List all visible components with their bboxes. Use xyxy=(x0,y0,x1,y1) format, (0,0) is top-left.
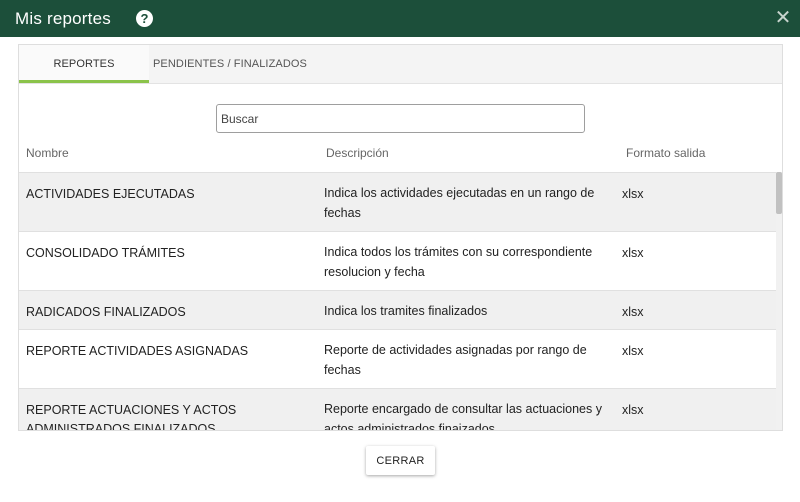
dialog-titlebar: Mis reportes ? ✕ xyxy=(0,0,800,37)
row-description: Indica los actividades ejecutadas en un … xyxy=(324,186,595,220)
row-description: Indica todos los trámites con su corresp… xyxy=(324,245,593,279)
tab-pendientes-finalizados[interactable]: PENDIENTES / FINALIZADOS xyxy=(149,45,309,83)
tab-reportes[interactable]: REPORTES xyxy=(19,45,149,83)
column-header-descripcion[interactable]: Descripción xyxy=(326,146,389,160)
row-name: RADICADOS FINALIZADOS xyxy=(26,305,186,319)
table-header: Nombre Descripción Formato salida xyxy=(19,144,782,172)
row-format: xlsx xyxy=(622,246,644,260)
row-format: xlsx xyxy=(622,187,644,201)
table-row[interactable]: REPORTE ACTIVIDADES ASIGNADAS Reporte de… xyxy=(19,329,776,388)
table-row[interactable]: CONSOLIDADO TRÁMITES Indica todos los tr… xyxy=(19,231,776,290)
table-scrollbar[interactable] xyxy=(776,172,782,430)
row-name: REPORTE ACTUACIONES Y ACTOS ADMINISTRADO… xyxy=(26,403,237,431)
table-row[interactable]: ACTIVIDADES EJECUTADAS Indica los activi… xyxy=(19,172,776,231)
help-icon[interactable]: ? xyxy=(135,10,153,27)
row-name: ACTIVIDADES EJECUTADAS xyxy=(26,187,195,201)
row-name: CONSOLIDADO TRÁMITES xyxy=(26,246,185,260)
row-format: xlsx xyxy=(622,305,644,319)
row-name: REPORTE ACTIVIDADES ASIGNADAS xyxy=(26,344,249,358)
table-row[interactable]: RADICADOS FINALIZADOS Indica los tramite… xyxy=(19,290,776,329)
search-container xyxy=(216,104,585,133)
row-description: Indica los tramites finalizados xyxy=(324,304,488,318)
table-row[interactable]: REPORTE ACTUACIONES Y ACTOS ADMINISTRADO… xyxy=(19,388,776,431)
search-input[interactable] xyxy=(216,104,585,133)
cerrar-button[interactable]: CERRAR xyxy=(366,446,435,475)
column-header-nombre[interactable]: Nombre xyxy=(26,146,69,160)
row-format: xlsx xyxy=(622,344,644,358)
dialog-title: Mis reportes xyxy=(15,8,111,28)
reports-table-body: ACTIVIDADES EJECUTADAS Indica los activi… xyxy=(19,172,776,431)
row-description: Reporte de actividades asignadas por ran… xyxy=(324,343,587,377)
close-icon[interactable]: ✕ xyxy=(772,5,794,29)
reports-panel: REPORTES PENDIENTES / FINALIZADOS Nombre… xyxy=(18,44,783,431)
row-format: xlsx xyxy=(622,403,644,417)
scrollbar-thumb[interactable] xyxy=(776,172,782,214)
column-header-formato[interactable]: Formato salida xyxy=(626,146,705,160)
row-description: Reporte encargado de consultar las actua… xyxy=(324,402,602,431)
tab-bar: REPORTES PENDIENTES / FINALIZADOS xyxy=(19,45,782,84)
